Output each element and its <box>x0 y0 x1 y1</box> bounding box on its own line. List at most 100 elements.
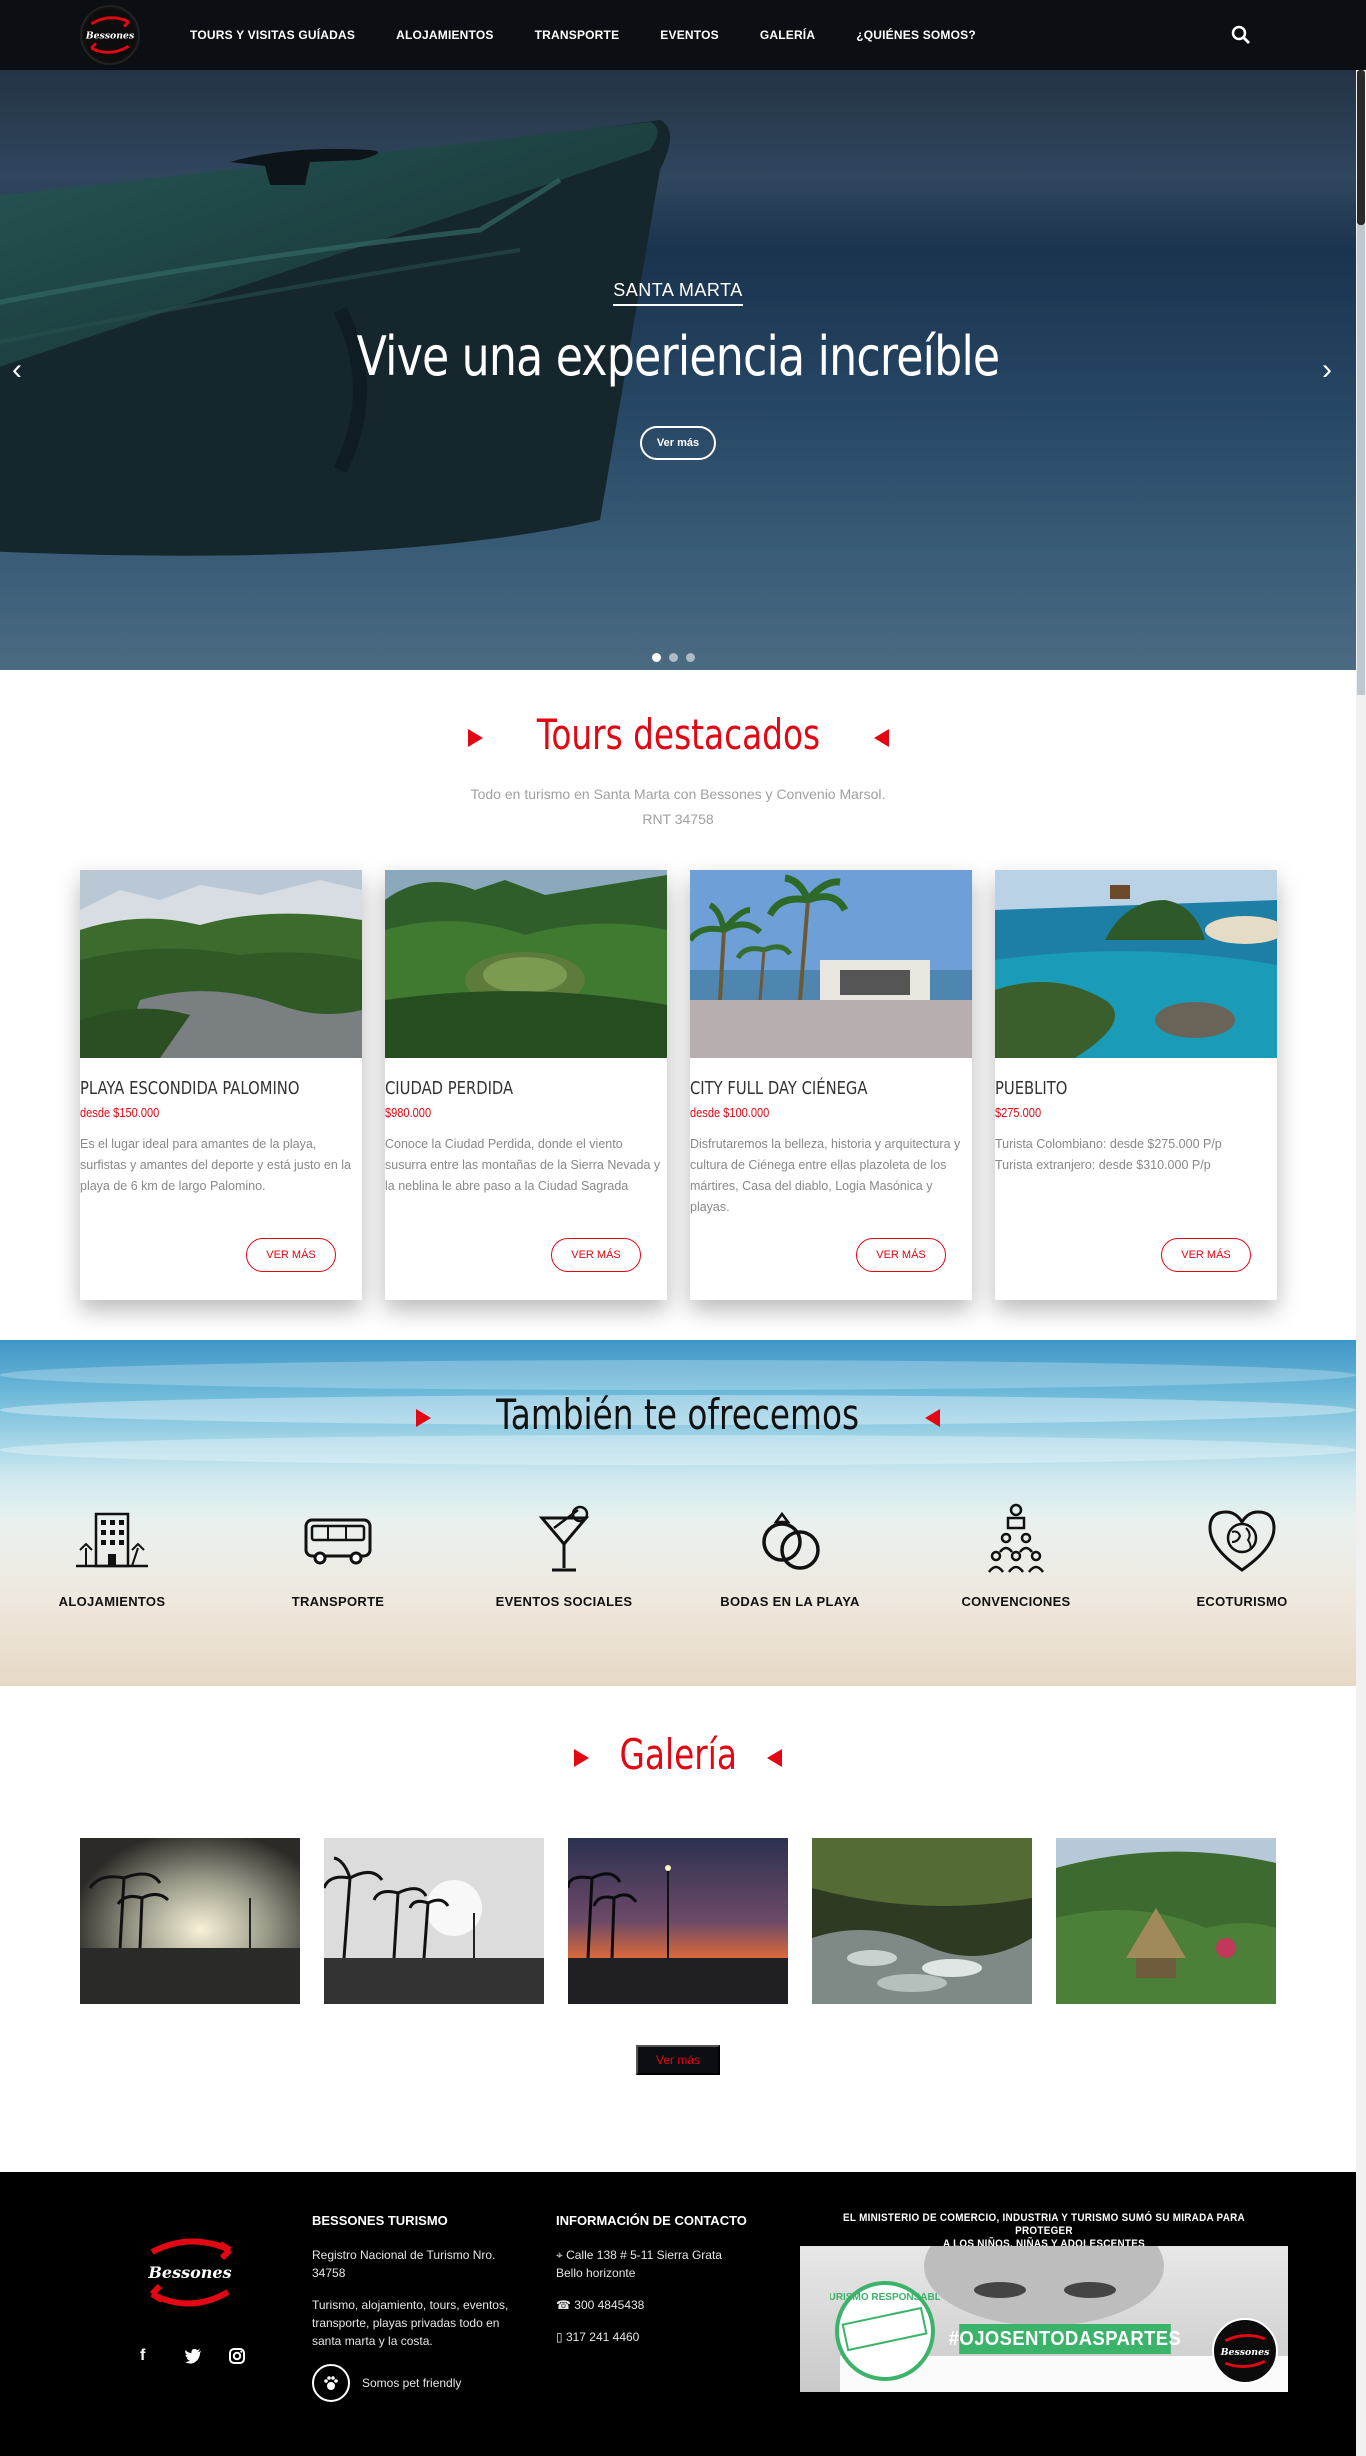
tour-card-desc: Disfrutaremos la belleza, historia y arq… <box>690 1137 961 1214</box>
scrollbar-track-segment <box>1357 225 1365 695</box>
gallery-more-button[interactable]: Ver más <box>636 2045 720 2075</box>
tours-title-text: Tours destacados <box>536 710 820 759</box>
footer-mobile[interactable]: ▯ 317 241 4460 <box>556 2328 776 2346</box>
footer-logo[interactable]: Bessones <box>140 2222 240 2322</box>
chevron-left-icon[interactable]: ‹ <box>12 355 32 385</box>
footer-desc: Turismo, alojamiento, tours, eventos, tr… <box>312 2298 509 2348</box>
wave-foam <box>0 1435 1356 1465</box>
offer-title-text: También te ofrecemos <box>496 1390 860 1439</box>
tour-card[interactable]: CITY FULL DAY CIÉNEGA desde $100.000 Dis… <box>690 870 972 1300</box>
tour-card-image <box>80 870 362 1058</box>
rings-icon <box>762 1511 820 1570</box>
footer: Bessones f BESSONES TURISMO Registro Nac… <box>0 2172 1356 2456</box>
nav-galeria[interactable]: GALERÍA <box>760 28 815 42</box>
tour-card-image <box>385 870 667 1058</box>
svg-text:TURISMO RESPONSABLE: TURISMO RESPONSABLE <box>830 2292 940 2303</box>
triangle-left-icon <box>767 1748 783 1767</box>
tour-card-title: PUEBLITO <box>995 1078 1068 1099</box>
tour-card[interactable]: PLAYA ESCONDIDA PALOMINO desde $150.000 … <box>80 870 362 1300</box>
service-label: CONVENCIONES <box>961 1594 1071 1609</box>
bus-icon <box>304 1518 372 1565</box>
service-label: EVENTOS SOCIALES <box>495 1594 633 1609</box>
ojos-en-todas-partes-banner[interactable]: EL MINISTERIO DE COMERCIO, INDUSTRIA Y T… <box>800 2212 1288 2392</box>
hero-title: Vive una experiencia increíble <box>356 325 1001 388</box>
pet-friendly-label: Somos pet friendly <box>362 2376 462 2390</box>
slider-dot-2[interactable] <box>669 653 678 662</box>
tour-card-price: $275.000 <box>995 1105 1042 1120</box>
nav-alojamientos[interactable]: ALOJAMIENTOS <box>396 28 494 42</box>
ver-mas-button[interactable]: VER MÁS <box>1161 1238 1251 1272</box>
gallery-image[interactable] <box>812 1838 1032 2004</box>
tours-desc-line1: Todo en turismo en Santa Marta con Besso… <box>470 786 886 802</box>
address-line1: Calle 138 # 5-11 Sierra Grata <box>566 2248 722 2262</box>
brand-logo[interactable]: Bessones <box>80 5 140 65</box>
triangle-right-icon <box>416 1408 432 1427</box>
paw-icon <box>312 2364 350 2402</box>
tour-card-desc: Conoce la Ciudad Perdida, donde el vient… <box>385 1137 661 1193</box>
service-transporte[interactable]: TRANSPORTE <box>248 1500 428 1609</box>
gallery-image[interactable] <box>324 1838 544 2004</box>
tour-card-price: desde $150.000 <box>80 1105 160 1120</box>
gallery-section-title: Galería <box>0 1730 1356 1779</box>
conference-icon <box>987 1503 1045 1573</box>
footer-col-about: BESSONES TURISMO Registro Nacional de Tu… <box>312 2212 512 2402</box>
ver-mas-button[interactable]: VER MÁS <box>246 1238 336 1272</box>
nav-tours[interactable]: TOURS Y VISITAS GUÍADAS <box>190 28 355 42</box>
nav-transporte[interactable]: TRANSPORTE <box>535 28 620 42</box>
slider-dots <box>652 653 695 662</box>
social-links: f <box>140 2347 246 2365</box>
search-icon[interactable] <box>1230 24 1252 46</box>
gallery-image[interactable] <box>80 1838 300 2004</box>
offer-section-title: También te ofrecemos <box>0 1390 1356 1439</box>
gallery-title-text: Galería <box>619 1730 737 1779</box>
footer-rnt: Registro Nacional de Turismo Nro. 34758 <box>312 2248 496 2280</box>
banner-hashtag: #OJOSENTODASPARTES <box>949 2324 1181 2354</box>
chevron-right-icon[interactable]: › <box>1322 355 1342 385</box>
service-label: TRANSPORTE <box>291 1594 385 1609</box>
gallery-image[interactable] <box>1056 1838 1276 2004</box>
service-eventos-sociales[interactable]: EVENTOS SOCIALES <box>474 1500 654 1609</box>
ver-mas-button[interactable]: VER MÁS <box>856 1238 946 1272</box>
hero-slider: SANTA MARTA Vive una experiencia increíb… <box>0 70 1356 670</box>
footer-col-title: INFORMACIÓN DE CONTACTO <box>556 2213 747 2228</box>
page-scrollbar[interactable] <box>1356 70 1366 2456</box>
turismo-responsable-seal: TURISMO RESPONSABLE <box>830 2281 940 2381</box>
twitter-icon[interactable] <box>184 2347 202 2365</box>
instagram-icon[interactable] <box>228 2347 246 2365</box>
tour-card-desc: Es el lugar ideal para amantes de la pla… <box>80 1137 351 1193</box>
footer-col-title: BESSONES TURISMO <box>312 2213 448 2228</box>
footer-phone[interactable]: ☎ 300 4845438 <box>556 2296 776 2314</box>
main-menu: TOURS Y VISITAS GUÍADAS ALOJAMIENTOS TRA… <box>190 0 976 70</box>
tour-card[interactable]: CIUDAD PERDIDA $980.000 Conoce la Ciudad… <box>385 870 667 1300</box>
scrollbar-thumb[interactable] <box>1357 70 1365 225</box>
tours-section-title: Tours destacados <box>0 710 1356 759</box>
service-label: BODAS EN LA PLAYA <box>720 1594 860 1609</box>
hero-cta-button[interactable]: Ver más <box>640 426 716 460</box>
wave-foam <box>0 1360 1356 1390</box>
ver-mas-button[interactable]: VER MÁS <box>551 1238 641 1272</box>
hotel-icon <box>76 1512 148 1568</box>
tour-card-price: desde $100.000 <box>690 1105 770 1120</box>
map-pin-icon: ⌖ <box>556 2248 567 2262</box>
triangle-left-icon <box>924 1408 940 1427</box>
hero-subtitle: SANTA MARTA <box>0 280 1356 306</box>
nav-eventos[interactable]: EVENTOS <box>660 28 719 42</box>
tour-card-price: $980.000 <box>385 1105 432 1120</box>
service-label: ALOJAMIENTOS <box>58 1594 166 1609</box>
tours-desc-line2: RNT 34758 <box>642 811 714 827</box>
slider-dot-1[interactable] <box>652 653 661 662</box>
footer-col-contact: INFORMACIÓN DE CONTACTO ⌖ Calle 138 # 5-… <box>556 2212 776 2360</box>
gallery-image[interactable] <box>568 1838 788 2004</box>
service-bodas[interactable]: BODAS EN LA PLAYA <box>700 1500 880 1609</box>
tour-card[interactable]: PUEBLITO $275.000 Turista Colombiano: de… <box>995 870 1277 1300</box>
service-ecoturismo[interactable]: ECOTURISMO <box>1152 1500 1332 1609</box>
service-convenciones[interactable]: CONVENCIONES <box>926 1500 1106 1609</box>
facebook-icon[interactable]: f <box>140 2347 158 2365</box>
slider-dot-3[interactable] <box>686 653 695 662</box>
service-alojamientos[interactable]: ALOJAMIENTOS <box>22 1500 202 1609</box>
tour-card-image <box>690 870 972 1058</box>
cocktail-icon <box>538 1505 590 1572</box>
svg-text:Bessones: Bessones <box>1220 2347 1270 2358</box>
nav-quienes-somos[interactable]: ¿QUIÉNES SOMOS? <box>856 28 976 42</box>
svg-text:Bessones: Bessones <box>85 31 135 42</box>
